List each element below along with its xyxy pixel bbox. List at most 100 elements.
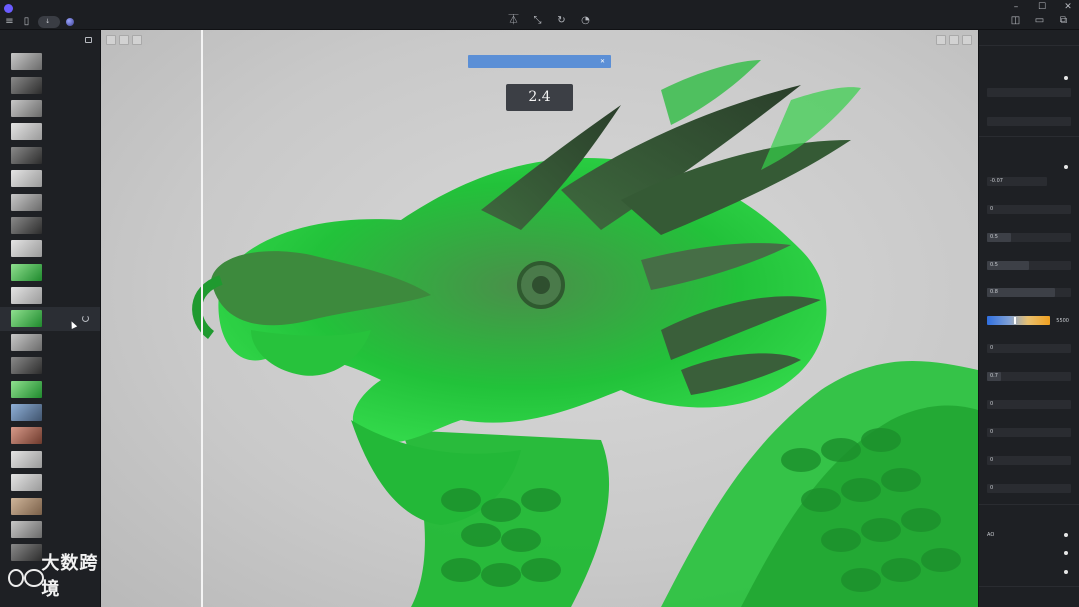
- value-text: 0.8: [990, 289, 998, 295]
- material-list-item[interactable]: [0, 377, 100, 400]
- material-list-item[interactable]: [0, 73, 100, 96]
- material-list-item[interactable]: [0, 261, 100, 284]
- preset-select[interactable]: [987, 88, 1071, 97]
- material-thumbnail: [11, 333, 42, 351]
- close-icon[interactable]: ✕: [600, 58, 605, 65]
- value-field[interactable]: 0: [987, 456, 1071, 465]
- viewport-tool-button[interactable]: [936, 35, 946, 45]
- material-orb-icon[interactable]: [66, 17, 75, 26]
- slider-field[interactable]: 0.5: [987, 261, 1071, 270]
- material-list-item[interactable]: [0, 284, 100, 307]
- main-toolbar: ≡ ▯ ↓: [4, 15, 75, 28]
- menu-icon[interactable]: ≡: [4, 16, 15, 27]
- divider: [979, 586, 1079, 587]
- ao-toggle[interactable]: [1064, 533, 1068, 537]
- material-list-item[interactable]: [0, 190, 100, 213]
- viewport-tool-button[interactable]: [132, 35, 142, 45]
- close-icon[interactable]: ✕: [1063, 2, 1073, 12]
- file-icon[interactable]: ▯: [21, 16, 32, 27]
- rotate-tool-icon[interactable]: ↻: [556, 15, 567, 26]
- scale-tool-icon[interactable]: ◔: [580, 15, 591, 26]
- text-field[interactable]: [987, 117, 1071, 126]
- material-list-item[interactable]: [0, 167, 100, 190]
- material-list-item[interactable]: [0, 144, 100, 167]
- toggle[interactable]: [1064, 165, 1068, 169]
- material-thumbnail: [11, 53, 42, 71]
- import-button[interactable]: ↓: [38, 15, 61, 28]
- material-thumbnail: [11, 146, 42, 164]
- value-text: 0: [990, 485, 994, 491]
- material-list-item[interactable]: [0, 401, 100, 424]
- value-field[interactable]: -0.07: [987, 177, 1047, 186]
- slider-handle[interactable]: [1014, 317, 1016, 324]
- divider: [979, 136, 1079, 137]
- refresh-icon[interactable]: [82, 315, 89, 323]
- material-thumbnail: [11, 521, 42, 538]
- value-field[interactable]: 0: [987, 344, 1071, 353]
- maximize-icon[interactable]: ☐: [1037, 2, 1047, 12]
- value-text: 0: [990, 401, 994, 407]
- notification-banner: ✕: [468, 55, 611, 68]
- slider-field[interactable]: 0.5: [987, 233, 1071, 242]
- value-field[interactable]: 0: [987, 205, 1071, 214]
- sidebar-header: [0, 30, 100, 50]
- material-thumbnail: [11, 474, 42, 492]
- export-icon[interactable]: ⧉: [1058, 15, 1069, 26]
- slider-field[interactable]: 0.8: [987, 288, 1071, 297]
- material-thumbnail: [11, 357, 42, 375]
- material-thumbnail: [11, 450, 42, 468]
- move-tool-icon[interactable]: ⤡: [532, 15, 543, 26]
- viewport-tool-button[interactable]: [949, 35, 959, 45]
- video-icon[interactable]: ▭: [1034, 15, 1045, 26]
- value-field[interactable]: 0: [987, 428, 1071, 437]
- camera-icon[interactable]: ◫: [1010, 15, 1021, 26]
- material-list-item[interactable]: [0, 424, 100, 447]
- material-list-item[interactable]: [0, 448, 100, 471]
- material-thumbnail: [11, 99, 42, 117]
- value-text: 0: [990, 457, 994, 463]
- material-thumbnail: [11, 310, 42, 328]
- toggle[interactable]: [1064, 551, 1068, 555]
- viewport-tool-button[interactable]: [106, 35, 116, 45]
- slider-field[interactable]: 0.7: [987, 372, 1071, 381]
- material-list-item[interactable]: [0, 494, 100, 517]
- color-temperature-slider[interactable]: [987, 316, 1050, 325]
- material-list-item[interactable]: [0, 331, 100, 354]
- material-list-item[interactable]: [0, 307, 100, 331]
- material-thumbnail: [11, 123, 42, 141]
- watermark-logo-icon: [6, 565, 45, 587]
- compare-divider-handle[interactable]: [201, 30, 203, 607]
- material-list: [0, 50, 100, 565]
- material-list-item[interactable]: [0, 50, 100, 73]
- value-text: 0.5: [990, 262, 998, 268]
- material-list-item[interactable]: [0, 120, 100, 143]
- material-list-item[interactable]: [0, 354, 100, 377]
- material-list-item[interactable]: [0, 214, 100, 237]
- viewport-tool-button[interactable]: [962, 35, 972, 45]
- value-field[interactable]: 0: [987, 400, 1071, 409]
- material-thumbnail: [11, 404, 42, 422]
- folder-icon[interactable]: [85, 37, 92, 43]
- minimize-icon[interactable]: –: [1011, 2, 1021, 12]
- value-text: -0.07: [990, 178, 1003, 184]
- value-text: 0.7: [990, 373, 998, 379]
- material-list-item[interactable]: [0, 518, 100, 541]
- divider: [979, 504, 1079, 505]
- value-tooltip: 2.4: [506, 84, 573, 111]
- toggle[interactable]: [1064, 76, 1068, 80]
- toggle[interactable]: [1064, 570, 1068, 574]
- material-thumbnail: [11, 427, 42, 445]
- material-list-item[interactable]: [0, 237, 100, 260]
- 3d-viewport[interactable]: ✕ 2.4: [101, 30, 978, 607]
- material-thumbnail: [11, 240, 42, 258]
- viewport-tool-button[interactable]: [119, 35, 129, 45]
- select-tool-icon[interactable]: ⏄: [508, 15, 519, 26]
- download-icon: ↓: [45, 17, 51, 25]
- ao-label: AO: [987, 532, 995, 538]
- value-text: 0: [990, 206, 994, 212]
- material-list-item[interactable]: [0, 471, 100, 494]
- value-text: 0: [990, 345, 994, 351]
- value-text: 0: [990, 429, 994, 435]
- value-field[interactable]: 0: [987, 484, 1071, 493]
- material-list-item[interactable]: [0, 97, 100, 120]
